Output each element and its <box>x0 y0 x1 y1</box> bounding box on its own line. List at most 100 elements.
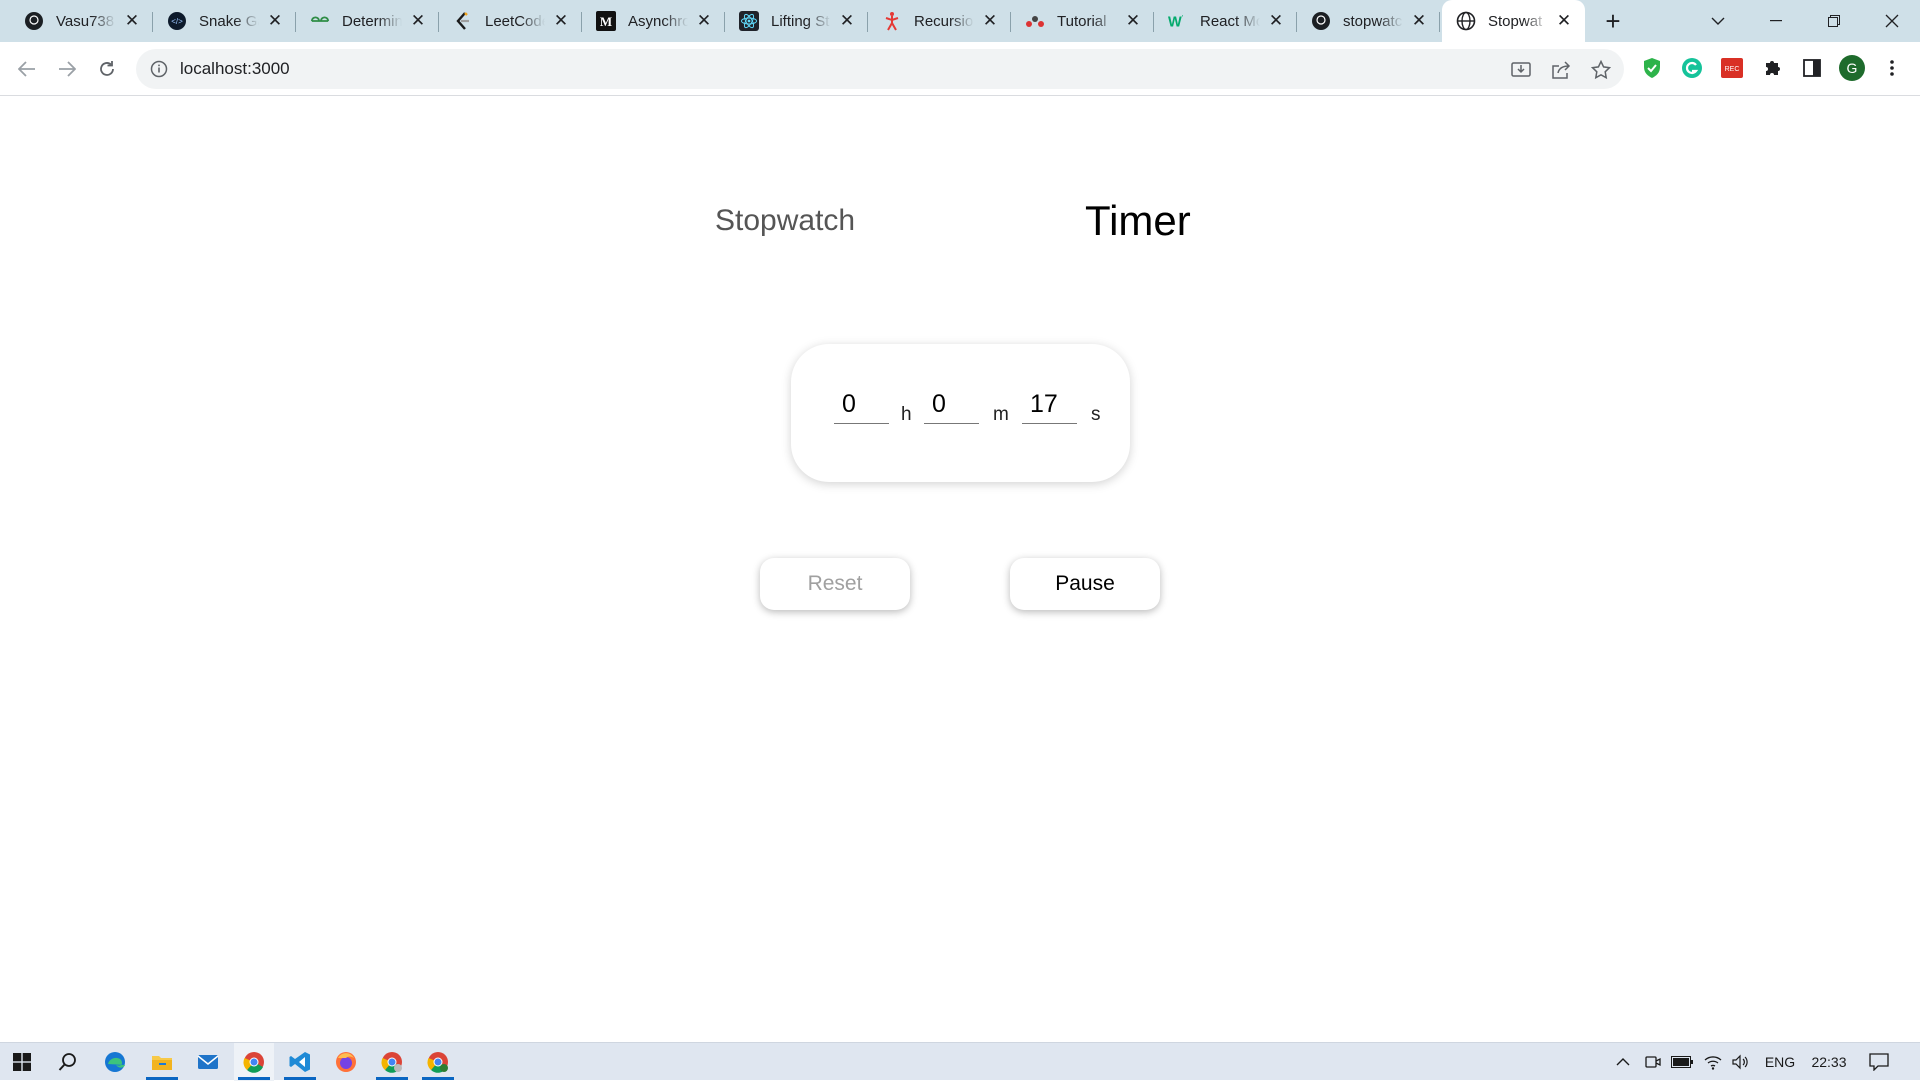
windows-taskbar: ENG 22:33 <box>0 1042 1920 1081</box>
hours-input[interactable] <box>834 386 889 424</box>
tab-search-icon[interactable] <box>1690 0 1746 42</box>
notifications-icon[interactable] <box>1864 1043 1894 1081</box>
menu-kebab-icon[interactable] <box>1880 56 1904 80</box>
react-icon <box>739 11 759 31</box>
page-content: Stopwatch Timer h m s Reset Pause <box>0 97 1920 1042</box>
browser-tab[interactable]: M Asynchro ✕ <box>582 0 725 42</box>
close-icon[interactable]: ✕ <box>552 11 570 30</box>
windows-start-icon[interactable] <box>2 1043 42 1081</box>
medium-icon: M <box>596 11 616 31</box>
minutes-input[interactable] <box>924 386 979 424</box>
mail-icon[interactable] <box>188 1043 228 1081</box>
browser-tab[interactable]: Vasu738 ✕ <box>10 0 153 42</box>
profile-initial: G <box>1847 60 1858 76</box>
browser-tab[interactable]: Tutorial ✕ <box>1011 0 1154 42</box>
reload-icon[interactable] <box>92 54 122 84</box>
grammarly-icon[interactable] <box>1680 56 1704 80</box>
close-icon[interactable]: ✕ <box>266 11 284 30</box>
url-text: localhost:3000 <box>180 59 290 78</box>
battery-icon[interactable] <box>1668 1043 1696 1081</box>
close-icon[interactable]: ✕ <box>695 11 713 30</box>
browser-tab[interactable]: W ' React Mo ✕ <box>1154 0 1297 42</box>
wifi-icon[interactable] <box>1700 1043 1726 1081</box>
close-icon[interactable]: ✕ <box>1124 11 1142 30</box>
tutorial-icon <box>1025 11 1045 31</box>
volume-icon[interactable] <box>1728 1043 1754 1081</box>
svg-text:': ' <box>1182 13 1184 22</box>
mode-tab-timer[interactable]: Timer <box>1085 197 1191 245</box>
w-icon: W ' <box>1168 11 1188 31</box>
close-icon[interactable]: ✕ <box>409 11 427 30</box>
chrome-profile-icon[interactable] <box>372 1043 412 1081</box>
close-icon[interactable]: ✕ <box>838 11 856 30</box>
firefox-icon[interactable] <box>326 1043 366 1081</box>
browser-toolbar: localhost:3000 REC G <box>0 42 1920 96</box>
address-bar[interactable]: localhost:3000 <box>136 49 1624 89</box>
leetcode-icon <box>453 11 473 31</box>
install-icon[interactable] <box>1510 59 1532 81</box>
tab-separator <box>1439 12 1440 32</box>
browser-tab[interactable]: Recursio ✕ <box>868 0 1011 42</box>
svg-text:REC: REC <box>1725 66 1740 73</box>
language-indicator[interactable]: ENG <box>1760 1043 1800 1081</box>
close-window-icon[interactable] <box>1864 0 1920 42</box>
figure-icon <box>882 11 902 31</box>
code-icon: </> <box>167 11 187 31</box>
tab-title: Lifting St <box>771 12 830 30</box>
close-icon[interactable]: ✕ <box>981 11 999 30</box>
seconds-input[interactable] <box>1022 386 1077 424</box>
pause-button[interactable]: Pause <box>1010 558 1160 610</box>
browser-tab[interactable]: Lifting St ✕ <box>725 0 868 42</box>
close-icon[interactable]: ✕ <box>1555 11 1573 30</box>
mode-tab-stopwatch[interactable]: Stopwatch <box>715 204 855 238</box>
file-explorer-icon[interactable] <box>142 1043 182 1081</box>
browser-tab-active[interactable]: Stopwat ✕ <box>1442 0 1585 42</box>
tab-title: Recursio <box>914 12 974 30</box>
reset-button[interactable]: Reset <box>760 558 910 610</box>
geeksforgeeks-icon <box>310 11 330 31</box>
restore-icon[interactable] <box>1806 0 1862 42</box>
vscode-icon[interactable] <box>280 1043 320 1081</box>
close-icon[interactable]: ✕ <box>1267 11 1285 30</box>
extensions-puzzle-icon[interactable] <box>1760 56 1784 80</box>
clock[interactable]: 22:33 <box>1806 1043 1852 1081</box>
github-icon <box>24 11 44 31</box>
seconds-unit-label: s <box>1091 404 1101 425</box>
tab-title: Stopwat <box>1488 12 1543 30</box>
tab-title: Vasu738 <box>56 12 115 30</box>
browser-tab[interactable]: stopwatc ✕ <box>1297 0 1440 42</box>
browser-tab[interactable]: </> Snake Ga ✕ <box>153 0 296 42</box>
bookmark-star-icon[interactable] <box>1590 59 1612 81</box>
tab-title: Snake Ga <box>199 12 259 30</box>
tab-title: Asynchro <box>628 12 688 30</box>
edge-icon[interactable] <box>95 1043 135 1081</box>
minutes-unit-label: m <box>993 404 1009 425</box>
forward-icon[interactable] <box>52 54 82 84</box>
tab-strip: Vasu738 ✕ </> Snake Ga ✕ Determin ✕ Leet… <box>0 0 1920 42</box>
info-icon[interactable] <box>150 60 168 78</box>
tab-title: Determin <box>342 12 402 30</box>
new-tab-button[interactable]: + <box>1598 6 1628 36</box>
minimize-icon[interactable] <box>1748 0 1804 42</box>
close-icon[interactable]: ✕ <box>1410 11 1428 30</box>
chevron-up-icon[interactable] <box>1608 1043 1638 1081</box>
hours-unit-label: h <box>901 404 912 425</box>
side-panel-icon[interactable] <box>1800 56 1824 80</box>
svg-text:</>: </> <box>171 17 183 26</box>
search-icon[interactable] <box>48 1043 88 1081</box>
close-icon[interactable]: ✕ <box>123 11 141 30</box>
chrome-icon[interactable] <box>234 1043 274 1081</box>
profile-avatar[interactable]: G <box>1838 54 1866 82</box>
shield-extension-icon[interactable] <box>1640 56 1664 80</box>
timer-input-card: h m s <box>791 344 1130 482</box>
back-icon[interactable] <box>12 54 42 84</box>
red-extension-icon[interactable]: REC <box>1720 56 1744 80</box>
svg-text:M: M <box>600 14 612 29</box>
share-icon[interactable] <box>1550 59 1572 81</box>
tab-title: LeetCode <box>485 12 545 30</box>
meet-now-icon[interactable] <box>1640 1043 1666 1081</box>
globe-icon <box>1456 11 1476 31</box>
chrome-profile-icon[interactable] <box>418 1043 458 1081</box>
browser-tab[interactable]: LeetCode ✕ <box>439 0 582 42</box>
browser-tab[interactable]: Determin ✕ <box>296 0 439 42</box>
